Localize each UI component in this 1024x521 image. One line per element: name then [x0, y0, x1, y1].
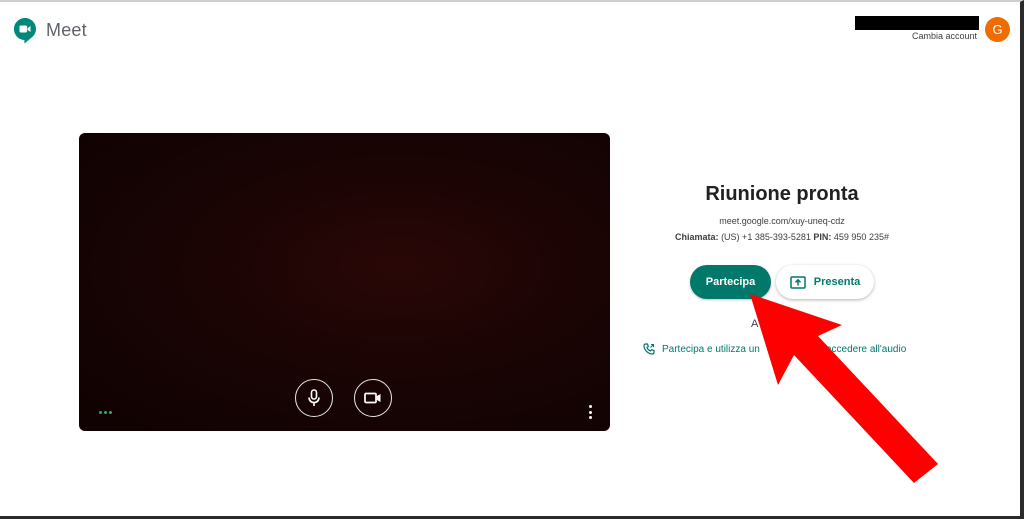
switch-account-link[interactable]: Cambia account: [895, 31, 977, 41]
dial-in-info: Chiamata: (US) +1 385-393-5281 PIN: 459 …: [630, 232, 934, 242]
video-preview: [79, 133, 610, 431]
phone-audio-label: Partecipa e utilizza un: [662, 343, 760, 355]
present-screen-icon: [790, 275, 806, 289]
meeting-link: meet.google.com/xuy-uneq-cdz: [719, 216, 845, 226]
action-buttons: Partecipa Presenta: [690, 265, 874, 299]
meeting-title: Riunione pronta: [705, 183, 859, 205]
dial-number: (US) +1 385-393-5281: [721, 232, 811, 242]
redacted-account-email: [855, 16, 979, 30]
header: Meet Cambia account G: [0, 2, 1020, 58]
microphone-toggle-button[interactable]: [295, 379, 333, 417]
pin-label: PIN:: [813, 232, 832, 242]
phone-icon: [643, 343, 655, 355]
other-options-label: A: [751, 318, 759, 330]
meeting-info-panel: Riunione pronta meet.google.com/xuy-uneq…: [630, 180, 934, 242]
present-button[interactable]: Presenta: [776, 265, 874, 299]
app-frame: Meet Cambia account G Riunione pronta me…: [0, 0, 1024, 519]
meet-logo[interactable]: Meet: [13, 17, 87, 44]
camera-toggle-button[interactable]: [354, 379, 392, 417]
avatar[interactable]: G: [985, 17, 1010, 42]
video-camera-icon: [364, 392, 381, 404]
app-name: Meet: [46, 20, 87, 40]
join-phone-audio-link[interactable]: Partecipa e utilizza un r accedere all'a…: [643, 343, 906, 355]
audio-level-indicator: [99, 411, 112, 414]
join-button[interactable]: Partecipa: [690, 265, 771, 299]
present-label: Presenta: [813, 276, 861, 288]
pin-value: 459 950 235#: [833, 232, 889, 242]
microphone-icon: [308, 389, 320, 406]
phone-audio-label-tail: r accedere all'audio: [819, 343, 907, 355]
dial-label: Chiamata:: [675, 232, 719, 242]
more-vert-icon: [588, 405, 592, 408]
meet-logo-icon: [14, 18, 36, 44]
more-options-button[interactable]: [584, 405, 596, 419]
arrow-shape: [750, 294, 938, 483]
